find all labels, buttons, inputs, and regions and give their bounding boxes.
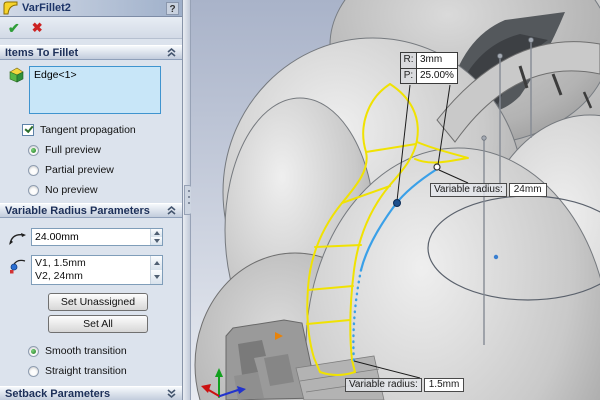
section-title: Items To Fillet xyxy=(5,46,79,59)
property-manager-panel: VarFillet2 ? ✔ ✖ Items To Fillet Edge<1>… xyxy=(0,0,183,400)
feature-title: VarFillet2 xyxy=(22,2,71,14)
radius-control-point[interactable] xyxy=(393,199,401,207)
straight-transition-radio[interactable] xyxy=(28,365,39,377)
sketch-point[interactable] xyxy=(493,254,499,260)
collapse-chevron-icon[interactable] xyxy=(166,47,177,58)
spin-down-button[interactable] xyxy=(151,237,162,245)
tangent-propagation-checkbox[interactable] xyxy=(22,124,34,136)
edge-selection-icon xyxy=(9,67,24,83)
position-value-field[interactable]: 25.00% xyxy=(416,69,457,83)
full-preview-radio[interactable] xyxy=(28,144,39,156)
radius-label: R: xyxy=(403,54,414,65)
solidworks-window: VarFillet2 ? ✔ ✖ Items To Fillet Edge<1>… xyxy=(0,0,600,400)
no-preview-label: No preview xyxy=(45,184,98,196)
vertex-item[interactable]: V2, 24mm xyxy=(35,270,147,283)
variable-radius-top-callout: Variable radius: 24mm xyxy=(430,183,547,197)
vertex-list[interactable]: V1, 1.5mm V2, 24mm xyxy=(31,255,163,285)
selected-edge-item[interactable]: Edge<1> xyxy=(34,69,156,81)
edge-selection-listbox[interactable]: Edge<1> xyxy=(29,66,161,114)
no-preview-row[interactable]: No preview xyxy=(28,184,174,196)
full-preview-row[interactable]: Full preview xyxy=(28,144,174,156)
straight-transition-label: Straight transition xyxy=(45,365,127,377)
variable-radius-value-field[interactable]: 24mm xyxy=(508,183,547,197)
no-preview-radio[interactable] xyxy=(28,184,39,196)
section-items-to-fillet-header[interactable]: Items To Fillet xyxy=(0,45,182,60)
tangent-propagation-label: Tangent propagation xyxy=(40,124,136,136)
expand-chevron-icon[interactable] xyxy=(166,388,177,399)
variable-radius-label: Variable radius: xyxy=(430,183,507,197)
radius-input-group xyxy=(31,228,163,246)
list-scroll-up-button[interactable] xyxy=(151,256,162,270)
pm-action-bar: ✔ ✖ xyxy=(0,17,182,39)
list-scroll-down-button[interactable] xyxy=(151,270,162,284)
radius-position-callout: R: 3mm P: 25.00% xyxy=(400,52,458,84)
help-button[interactable]: ? xyxy=(166,1,179,15)
graphics-viewport[interactable]: R: 3mm P: 25.00% Variable radius: 24mm V… xyxy=(191,0,600,400)
radius-icon xyxy=(9,233,26,245)
variable-radius-bottom-callout: Variable radius: 1.5mm xyxy=(345,378,465,392)
fillet-feature-icon xyxy=(3,1,18,15)
panel-splitter[interactable] xyxy=(183,0,193,400)
attached-vertices-icon xyxy=(10,259,26,274)
section-setback-header[interactable]: Setback Parameters xyxy=(0,386,182,400)
radius-input[interactable] xyxy=(32,229,150,245)
items-to-fillet-body: Edge<1> Tangent propagation Full preview… xyxy=(0,60,182,196)
set-all-button[interactable]: Set All xyxy=(48,315,148,333)
smooth-transition-row[interactable]: Smooth transition xyxy=(28,345,174,357)
cancel-icon[interactable]: ✖ xyxy=(32,21,43,34)
position-label: P: xyxy=(403,70,414,81)
collapse-chevron-icon[interactable] xyxy=(166,205,177,216)
vertex-item[interactable]: V1, 1.5mm xyxy=(35,257,147,270)
edge-endpoint-handle[interactable] xyxy=(433,163,441,171)
smooth-transition-radio[interactable] xyxy=(28,345,39,357)
variable-radius-value-field[interactable]: 1.5mm xyxy=(423,378,465,392)
variable-radius-body: V1, 1.5mm V2, 24mm Set Unassigned Set Al… xyxy=(0,218,182,377)
section-title: Setback Parameters xyxy=(5,387,111,400)
section-variable-radius-header[interactable]: Variable Radius Parameters xyxy=(0,203,182,218)
straight-transition-row[interactable]: Straight transition xyxy=(28,365,174,377)
variable-radius-label: Variable radius: xyxy=(345,378,422,392)
set-unassigned-button[interactable]: Set Unassigned xyxy=(48,293,148,311)
section-title: Variable Radius Parameters xyxy=(5,204,150,217)
smooth-transition-label: Smooth transition xyxy=(45,345,127,357)
property-manager-header: VarFillet2 ? xyxy=(0,0,182,17)
partial-preview-label: Partial preview xyxy=(45,164,114,176)
ok-icon[interactable]: ✔ xyxy=(8,21,20,35)
partial-preview-row[interactable]: Partial preview xyxy=(28,164,174,176)
radius-value-field[interactable]: 3mm xyxy=(416,53,457,68)
spin-up-button[interactable] xyxy=(151,229,162,237)
partial-preview-radio[interactable] xyxy=(28,164,39,176)
full-preview-label: Full preview xyxy=(45,144,102,156)
tangent-propagation-row[interactable]: Tangent propagation xyxy=(22,124,174,136)
model-canvas[interactable] xyxy=(191,0,600,400)
